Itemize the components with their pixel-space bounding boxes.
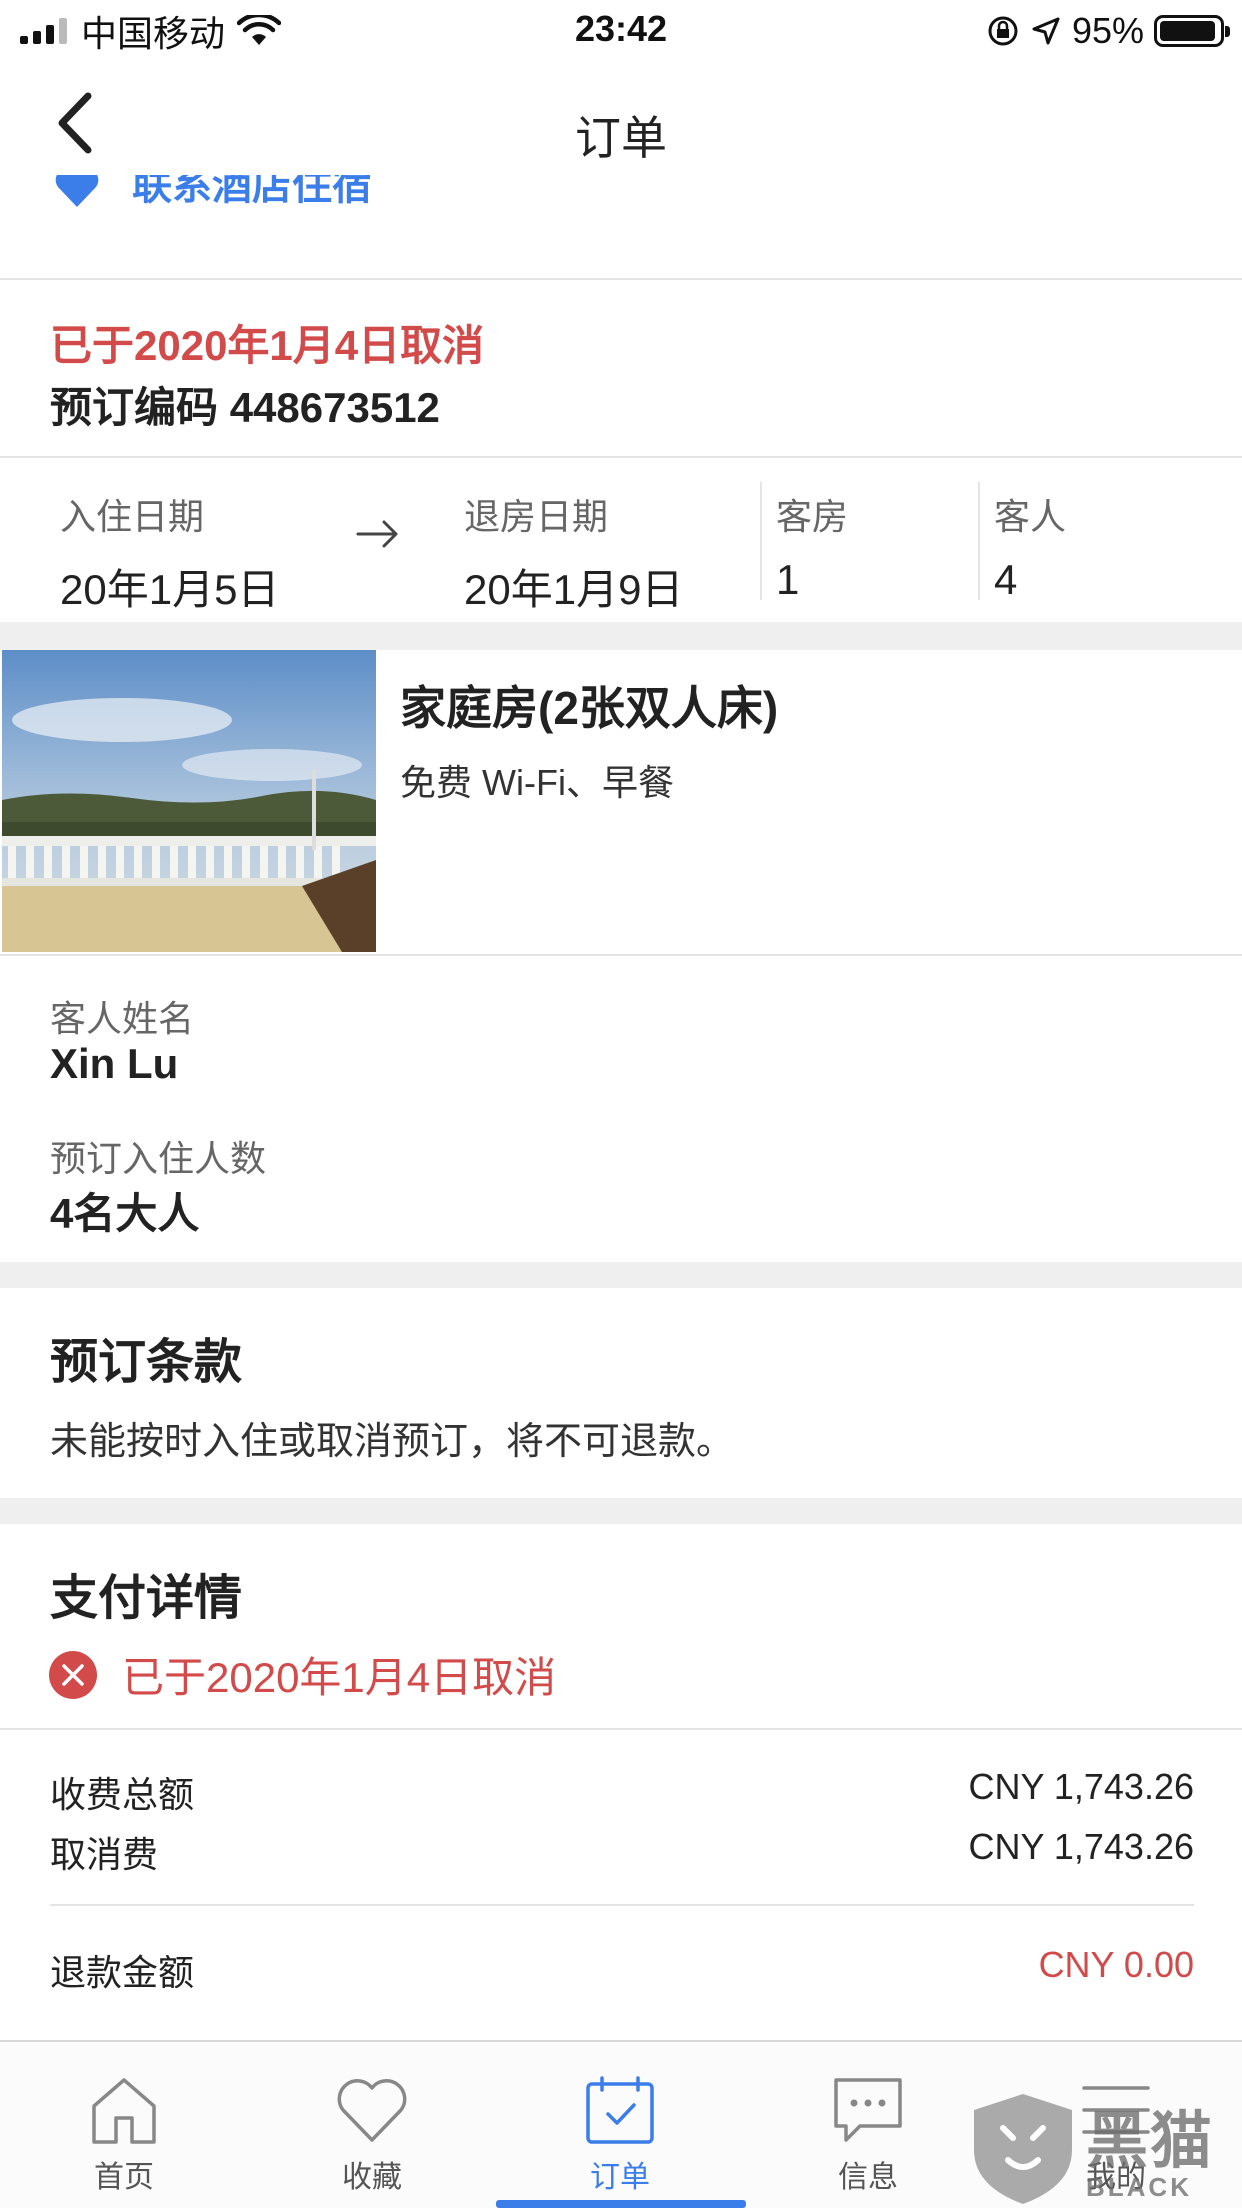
refund-row: 退款金额 CNY 0.00	[50, 1944, 1194, 1996]
arrow-right-icon	[356, 520, 398, 548]
cat-shield-logo-icon	[974, 2094, 1072, 2204]
booking-code-value: 448673512	[229, 384, 440, 431]
section-gap	[0, 622, 1242, 650]
heart-icon	[337, 2079, 407, 2142]
tab-orders-label: 订单	[590, 2161, 650, 2194]
payment-title: 支付详情	[50, 1572, 243, 1625]
tab-home[interactable]: 首页	[34, 2074, 214, 2196]
active-tab-indicator	[496, 2200, 746, 2208]
room-photo-image	[2, 650, 376, 952]
rotation-lock-icon	[988, 16, 1018, 46]
tab-favorites-label: 收藏	[342, 2161, 402, 2194]
checkout-value: 20年1月9日	[464, 566, 684, 613]
tab-messages-label: 信息	[838, 2161, 898, 2194]
nav-bar: 订单	[0, 62, 1242, 187]
cancel-circle-icon	[49, 1650, 97, 1699]
cancel-fee-row: 取消费 CNY 1,743.26	[50, 1826, 1194, 1878]
divider	[0, 954, 1242, 956]
divider	[978, 482, 980, 600]
watermark: 黑猫 BLACK CAT	[968, 2090, 1242, 2208]
cancel-status: 已于2020年1月4日取消	[50, 322, 485, 369]
tab-orders[interactable]: 订单	[530, 2074, 710, 2196]
contact-hotel-link[interactable]: 联系酒店住宿	[52, 175, 652, 235]
checkin-value: 20年1月5日	[60, 566, 280, 613]
guests-cell: 客人 4	[994, 488, 1066, 604]
section-gap	[0, 1498, 1242, 1524]
page-title: 订单	[575, 112, 667, 164]
guest-count-label: 预订入住人数	[50, 1138, 267, 1179]
booking-code-line: 预订编码 448673512	[50, 374, 440, 435]
guests-value: 4	[994, 556, 1018, 603]
heart-blue-icon	[55, 175, 99, 207]
terms-title: 预订条款	[50, 1336, 243, 1389]
divider	[760, 482, 762, 600]
divider	[0, 1728, 1242, 1730]
battery-icon	[1154, 15, 1230, 47]
refund-label: 退款金额	[50, 1952, 195, 1993]
status-right: 95%	[986, 10, 1230, 52]
payment-status: 已于2020年1月4日取消	[48, 1644, 556, 1705]
rooms-cell: 客房 1	[776, 488, 848, 604]
payment-status-text: 已于2020年1月4日取消	[122, 1654, 557, 1701]
room-amenities: 免费 Wi-Fi、早餐	[400, 762, 674, 803]
guests-label: 客人	[994, 496, 1067, 537]
tab-home-label: 首页	[94, 2161, 154, 2194]
checkin-label: 入住日期	[60, 496, 205, 537]
tab-favorites[interactable]: 收藏	[282, 2074, 462, 2196]
checkout-cell: 退房日期 20年1月9日	[464, 488, 683, 617]
contact-hotel-label: 联系酒店住宿	[132, 175, 372, 208]
total-value: CNY 1,743.26	[968, 1766, 1195, 1807]
status-bar: 中国移动 23:42 95%	[0, 0, 1242, 62]
total-label: 收费总额	[50, 1774, 195, 1815]
checkin-cell: 入住日期 20年1月5日	[60, 488, 279, 617]
divider	[0, 278, 1242, 280]
divider	[50, 1904, 1194, 1906]
room-name: 家庭房(2张双人床)	[400, 682, 779, 734]
cancel-fee-value: CNY 1,743.26	[968, 1826, 1195, 1867]
tab-messages[interactable]: 信息	[778, 2074, 958, 2196]
rooms-label: 客房	[776, 496, 849, 537]
location-icon	[1032, 17, 1060, 45]
battery-percent: 95%	[1071, 10, 1144, 51]
total-row: 收费总额 CNY 1,743.26	[50, 1766, 1194, 1818]
checkout-label: 退房日期	[464, 496, 609, 537]
room-photo[interactable]	[2, 650, 376, 952]
divider	[0, 456, 1242, 458]
cancel-fee-label: 取消费	[50, 1834, 159, 1875]
guest-name-value: Xin Lu	[50, 1040, 179, 1087]
watermark-subtext: BLACK CAT	[1086, 2172, 1192, 2208]
booking-code-label: 预订编码	[50, 384, 219, 431]
home-icon	[92, 2078, 156, 2144]
watermark-text: 黑猫	[1086, 2107, 1215, 2176]
guest-count-value: 4名大人	[50, 1190, 200, 1237]
guest-name-label: 客人姓名	[50, 998, 195, 1039]
terms-text: 未能按时入住或取消预订，将不可退款。	[50, 1421, 735, 1463]
chat-icon	[834, 2078, 902, 2142]
calendar-check-icon	[586, 2076, 654, 2144]
rooms-value: 1	[776, 556, 800, 603]
section-gap	[0, 1262, 1242, 1288]
refund-value: CNY 0.00	[1038, 1944, 1194, 1985]
